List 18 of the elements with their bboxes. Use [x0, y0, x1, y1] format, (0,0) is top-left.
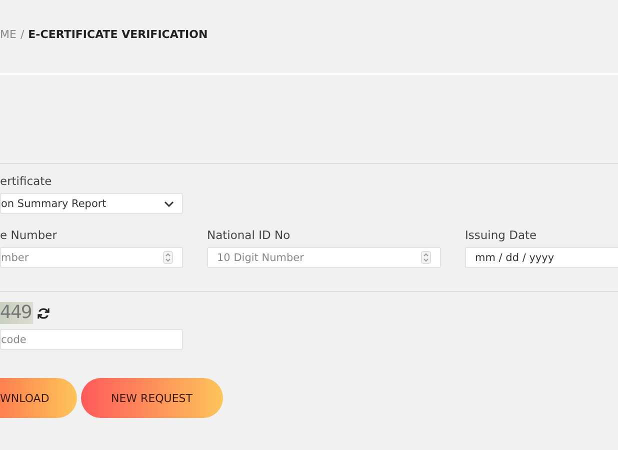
action-button[interactable]: WNLOAD [0, 378, 77, 418]
chevron-icon [164, 200, 174, 206]
field-label: National ID No [207, 228, 292, 242]
input-field[interactable]: 10 Digit Number [207, 247, 441, 268]
page-title: E-CERTIFICATE VERIFICATION [28, 28, 208, 42]
captcha-image: 449 [0, 302, 34, 324]
refresh-icon[interactable] [37, 306, 50, 320]
breadcrumb-separator: / [20, 28, 24, 42]
field-label: Issuing Date [465, 228, 538, 242]
action-button[interactable]: NEW REQUEST [81, 378, 223, 418]
captcha-field[interactable]: code [0, 329, 183, 350]
input-field[interactable]: mm / dd / yyyy [465, 247, 618, 268]
input-field[interactable]: mber [0, 247, 183, 268]
field-label: ertificate [0, 174, 53, 188]
certificate-select[interactable]: on Summary Report [0, 193, 183, 214]
spinner-icon [163, 251, 173, 264]
field-label: e Number [0, 228, 58, 242]
spinner-icon [421, 251, 431, 264]
